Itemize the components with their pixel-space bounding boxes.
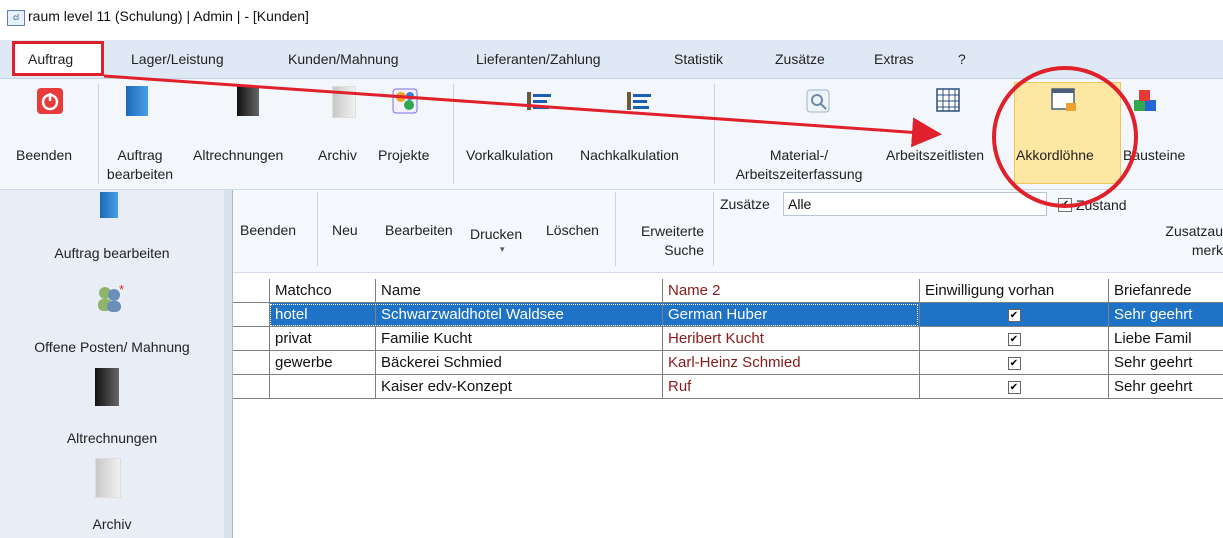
annotation-circle — [992, 66, 1138, 208]
annotation-arrow — [103, 74, 942, 148]
annotation-overlay — [103, 66, 1138, 208]
